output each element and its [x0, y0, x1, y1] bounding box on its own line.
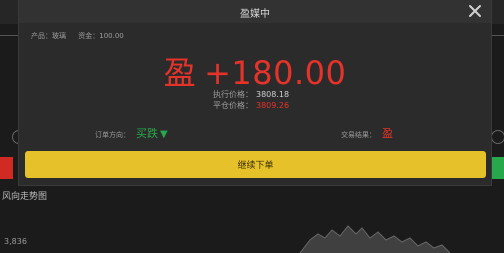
close-price-value: 3809.26: [256, 101, 290, 110]
close-icon[interactable]: [467, 3, 483, 19]
background-price-label: 3,836: [4, 237, 27, 246]
background-indicator-icon: [491, 130, 504, 144]
down-arrow-icon: ▼: [160, 129, 168, 140]
profit-amount: +180.00: [204, 54, 347, 92]
amount-label: 资金：100.00: [78, 32, 124, 40]
order-result-label: 交易结果：: [341, 131, 376, 139]
order-result: 交易结果： 盈: [341, 125, 393, 141]
exec-price-label: 执行价格：: [213, 90, 253, 99]
profit-display: 盈 +180.00: [19, 48, 491, 94]
profit-tag: 盈: [163, 54, 197, 92]
dialog-title: 盈媒中: [240, 9, 270, 20]
background-buy-button[interactable]: [492, 157, 504, 179]
background-price-chart: [299, 225, 451, 253]
dialog-header: 盈媒中: [19, 0, 491, 23]
close-price-label: 平仓价格：: [213, 101, 253, 110]
product-label: 产品：玻璃: [31, 32, 66, 40]
order-result-dialog: 盈媒中 产品：玻璃 资金：100.00 盈 +180.00 执行价格： 3808.1…: [18, 0, 492, 186]
price-details: 执行价格： 3808.18 平仓价格： 3809.26: [213, 89, 289, 111]
exec-price-row: 执行价格： 3808.18: [213, 89, 289, 100]
order-direction: 订单方向： 买跌 ▼: [95, 125, 168, 141]
continue-order-button[interactable]: 继续下单: [25, 151, 486, 178]
order-result-value: 盈: [382, 127, 393, 140]
background-divider: [490, 35, 504, 36]
order-direction-label: 订单方向：: [95, 131, 130, 139]
close-price-row: 平仓价格： 3809.26: [213, 100, 289, 111]
exec-price-value: 3808.18: [256, 90, 290, 99]
order-direction-value: 买跌: [136, 127, 158, 140]
background-sell-button[interactable]: [0, 157, 13, 179]
order-summary: 产品：玻璃 资金：100.00: [31, 31, 134, 41]
